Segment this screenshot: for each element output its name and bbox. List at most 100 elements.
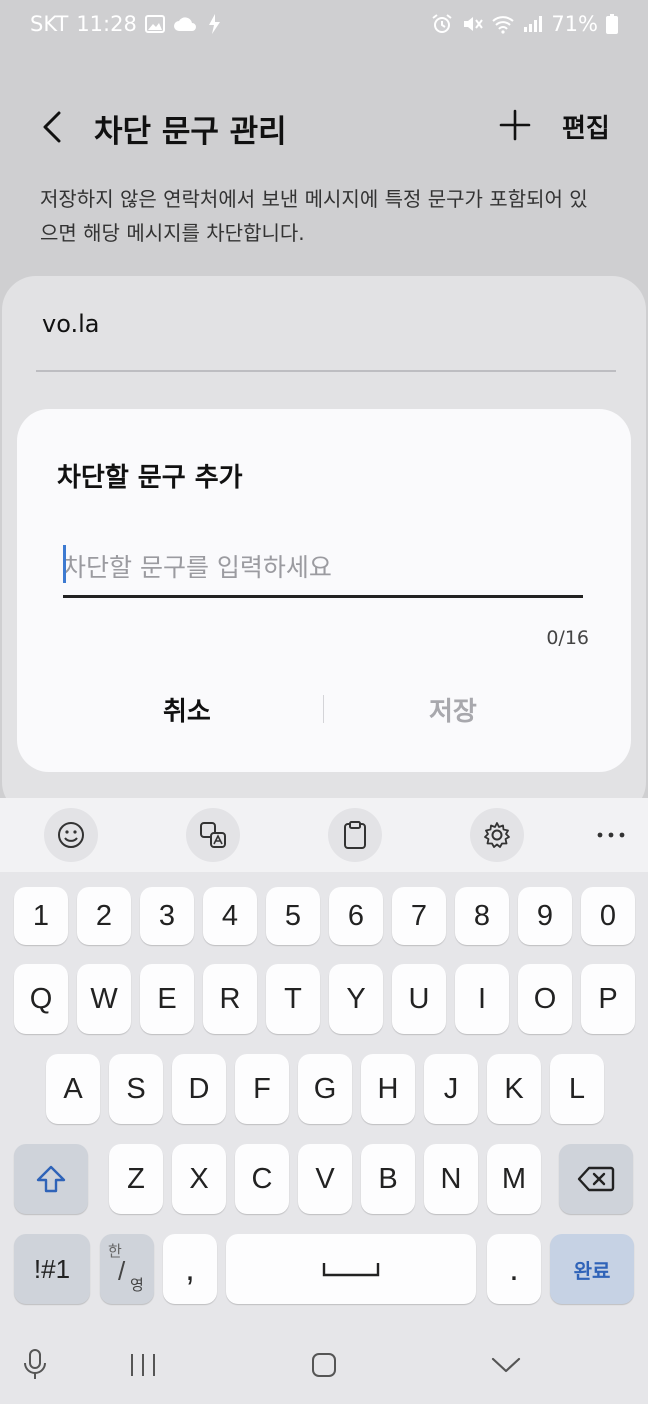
alarm-icon (431, 13, 453, 35)
key-v[interactable]: V (298, 1144, 352, 1214)
mute-icon (461, 13, 484, 35)
keyboard-toolbar (0, 798, 648, 872)
shift-icon (36, 1165, 66, 1193)
plus-icon (499, 109, 531, 141)
more-options-button[interactable] (584, 808, 638, 862)
key-2[interactable]: 2 (77, 887, 131, 945)
key-t[interactable]: T (266, 964, 320, 1034)
key-9[interactable]: 9 (518, 887, 572, 945)
key-q[interactable]: Q (14, 964, 68, 1034)
key-0[interactable]: 0 (581, 887, 635, 945)
cloud-icon (173, 15, 197, 33)
home-icon (312, 1353, 336, 1377)
cancel-button[interactable]: 취소 (163, 691, 211, 728)
add-button[interactable] (492, 102, 538, 148)
language-switch-key[interactable]: 한 / 영 (100, 1234, 154, 1304)
backspace-icon (577, 1166, 615, 1192)
save-button[interactable]: 저장 (429, 691, 477, 728)
text-cursor (63, 545, 66, 583)
shift-key[interactable] (14, 1144, 88, 1214)
lang-slash: / (118, 1256, 126, 1286)
comma-key[interactable]: , (163, 1234, 217, 1304)
key-1[interactable]: 1 (14, 887, 68, 945)
clipboard-button[interactable] (328, 808, 382, 862)
key-w[interactable]: W (77, 964, 131, 1034)
add-phrase-dialog: 차단할 문구 추가 0/16 취소 저장 (17, 409, 631, 772)
mic-icon (24, 1349, 46, 1379)
key-c[interactable]: C (235, 1144, 289, 1214)
back-nav-icon (491, 1357, 521, 1373)
more-icon (597, 832, 625, 838)
key-e[interactable]: E (140, 964, 194, 1034)
period-key[interactable]: . (487, 1234, 541, 1304)
voice-input-button[interactable] (10, 1340, 60, 1390)
key-r[interactable]: R (203, 964, 257, 1034)
lang-secondary-label: 영 (130, 1277, 144, 1294)
key-8[interactable]: 8 (455, 887, 509, 945)
signal-icon (523, 15, 543, 33)
key-l[interactable]: L (550, 1054, 604, 1124)
gallery-icon (144, 15, 165, 33)
key-7[interactable]: 7 (392, 887, 446, 945)
recent-apps-button[interactable] (118, 1340, 168, 1390)
phrase-input[interactable] (63, 537, 585, 597)
home-button[interactable] (299, 1340, 349, 1390)
key-u[interactable]: U (392, 964, 446, 1034)
key-i[interactable]: I (455, 964, 509, 1034)
key-h[interactable]: H (361, 1054, 415, 1124)
key-s[interactable]: S (109, 1054, 163, 1124)
char-counter: 0/16 (546, 627, 589, 649)
key-n[interactable]: N (424, 1144, 478, 1214)
input-underline (63, 595, 583, 598)
battery-percent: 71% (551, 12, 598, 36)
key-z[interactable]: Z (109, 1144, 163, 1214)
wifi-icon (491, 14, 515, 34)
key-b[interactable]: B (361, 1144, 415, 1214)
clipboard-icon (344, 821, 366, 849)
key-x[interactable]: X (172, 1144, 226, 1214)
key-f[interactable]: F (235, 1054, 289, 1124)
key-a[interactable]: A (46, 1054, 100, 1124)
carrier: SKT (30, 12, 69, 36)
list-item[interactable]: vo.la (42, 310, 99, 338)
chevron-left-icon (43, 111, 61, 143)
key-4[interactable]: 4 (203, 887, 257, 945)
key-m[interactable]: M (487, 1144, 541, 1214)
key-d[interactable]: D (172, 1054, 226, 1124)
space-icon (322, 1263, 380, 1277)
key-o[interactable]: O (518, 964, 572, 1034)
navigation-bar (0, 1324, 648, 1404)
done-key[interactable]: 완료 (550, 1234, 634, 1304)
key-y[interactable]: Y (329, 964, 383, 1034)
key-3[interactable]: 3 (140, 887, 194, 945)
key-k[interactable]: K (487, 1054, 541, 1124)
battery-icon (606, 14, 618, 34)
page-description: 저장하지 않은 연락처에서 보낸 메시지에 특정 문구가 포함되어 있으면 해당… (40, 187, 588, 245)
backspace-key[interactable] (559, 1144, 633, 1214)
button-divider (323, 695, 324, 723)
translate-icon (200, 822, 226, 848)
back-button[interactable] (30, 104, 76, 150)
symbols-key[interactable]: !#1 (14, 1234, 90, 1304)
keyboard: 1 2 3 4 5 6 7 8 9 0 Q W E R T Y U I O P … (0, 872, 648, 1324)
keyboard-settings-button[interactable] (470, 808, 524, 862)
key-p[interactable]: P (581, 964, 635, 1034)
key-g[interactable]: G (298, 1054, 352, 1124)
translate-button[interactable] (186, 808, 240, 862)
status-left: SKT 11:28 (30, 12, 223, 36)
recent-apps-icon (131, 1354, 155, 1376)
space-key[interactable] (226, 1234, 476, 1304)
status-right: 71% (431, 12, 618, 36)
status-bar: SKT 11:28 71% (0, 0, 648, 48)
key-j[interactable]: J (424, 1054, 478, 1124)
key-5[interactable]: 5 (266, 887, 320, 945)
emoji-button[interactable] (44, 808, 98, 862)
key-6[interactable]: 6 (329, 887, 383, 945)
edit-button[interactable]: 편집 (562, 108, 610, 145)
list-divider (36, 370, 616, 372)
bixby-icon (205, 13, 223, 35)
page-title: 차단 문구 관리 (94, 114, 287, 150)
back-nav-button[interactable] (481, 1340, 531, 1390)
app-header: 차단 문구 관리 편집 (0, 86, 648, 170)
dialog-title: 차단할 문구 추가 (57, 463, 243, 493)
